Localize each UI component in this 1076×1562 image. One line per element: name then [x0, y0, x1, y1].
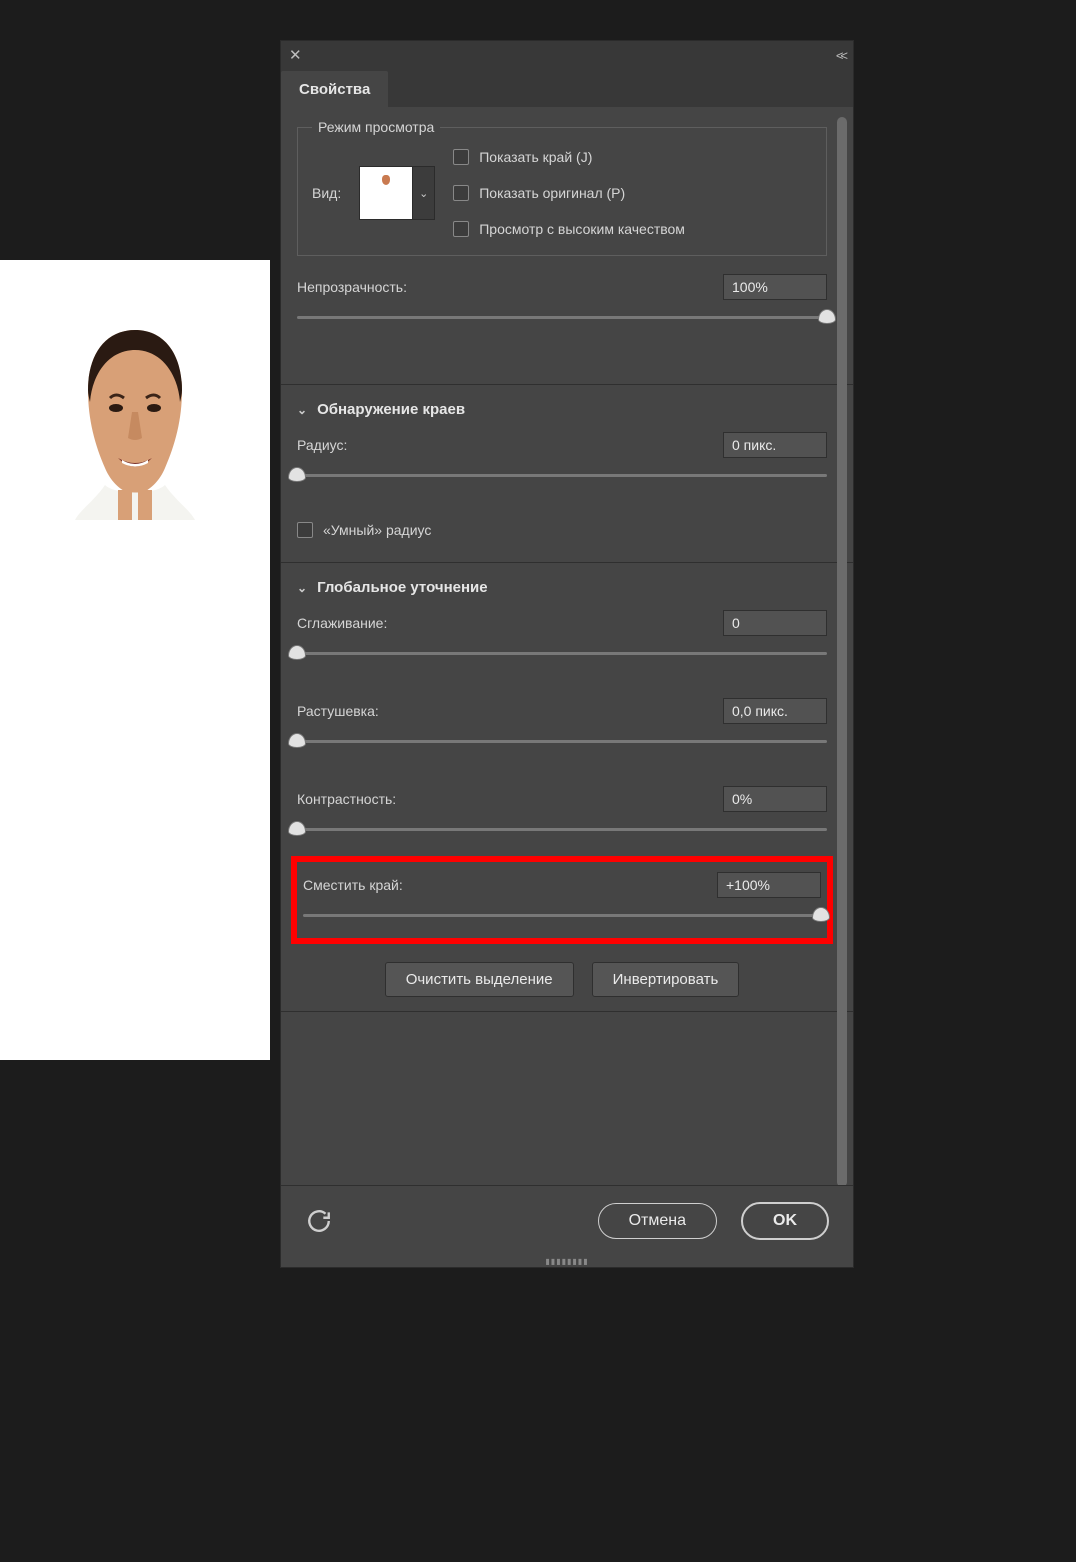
panel-body: Режим просмотра Вид: ⌄ Показать край (J)…	[281, 107, 853, 1185]
face-cutout-image	[70, 320, 200, 520]
panel-title-bar: ✕ <<	[281, 41, 853, 69]
contrast-slider[interactable]	[297, 818, 827, 842]
checkbox-smart-radius[interactable]: «Умный» радиус	[291, 522, 833, 538]
contrast-label: Контрастность:	[297, 791, 396, 807]
close-icon[interactable]: ✕	[289, 46, 302, 64]
radius-row: Радиус:	[291, 432, 833, 458]
ok-button[interactable]: OK	[741, 1202, 829, 1240]
divider	[281, 1011, 853, 1012]
contrast-row: Контрастность:	[291, 786, 833, 812]
smoothing-row: Сглаживание:	[291, 610, 833, 636]
view-label: Вид:	[312, 185, 341, 201]
feather-input[interactable]	[723, 698, 827, 724]
smoothing-input[interactable]	[723, 610, 827, 636]
slider-track	[297, 828, 827, 831]
opacity-label: Непрозрачность:	[297, 279, 407, 295]
tab-row: Свойства	[281, 69, 853, 107]
checkbox-label: Показать оригинал (P)	[479, 185, 625, 201]
section-title: Глобальное уточнение	[317, 579, 488, 596]
view-mode-group: Режим просмотра Вид: ⌄ Показать край (J)…	[297, 119, 827, 256]
slider-thumb[interactable]	[288, 467, 306, 482]
slider-track	[297, 740, 827, 743]
shift-edge-row: Сместить край:	[303, 872, 821, 898]
opacity-row: Непрозрачность:	[291, 274, 833, 300]
checkbox-icon	[453, 185, 469, 201]
section-title: Обнаружение краев	[317, 401, 465, 418]
slider-thumb[interactable]	[818, 309, 836, 324]
checkbox-show-original[interactable]: Показать оригинал (P)	[453, 185, 685, 201]
slider-track	[297, 474, 827, 477]
smoothing-label: Сглаживание:	[297, 615, 387, 631]
properties-panel: ✕ << Свойства Режим просмотра Вид: ⌄ Пок…	[280, 40, 854, 1268]
checkbox-high-quality[interactable]: Просмотр с высоким качеством	[453, 221, 685, 237]
checkbox-show-edge[interactable]: Показать край (J)	[453, 149, 685, 165]
opacity-input[interactable]	[723, 274, 827, 300]
cancel-button[interactable]: Отмена	[598, 1203, 717, 1239]
radius-label: Радиус:	[297, 437, 347, 453]
feather-slider[interactable]	[297, 730, 827, 754]
chevron-down-icon: ⌄	[297, 581, 307, 595]
section-global-refine[interactable]: ⌄ Глобальное уточнение	[291, 563, 833, 610]
panel-footer: Отмена OK	[281, 1185, 853, 1255]
view-mode-legend: Режим просмотра	[312, 119, 440, 135]
slider-thumb[interactable]	[812, 907, 830, 922]
section-edge-detection[interactable]: ⌄ Обнаружение краев	[291, 385, 833, 432]
scrollbar[interactable]	[837, 117, 847, 1185]
clear-selection-button[interactable]: Очистить выделение	[385, 962, 574, 997]
document-canvas[interactable]	[0, 260, 270, 1060]
collapse-icon[interactable]: <<	[836, 48, 845, 63]
view-dropdown[interactable]: ⌄	[413, 166, 435, 220]
reset-icon[interactable]	[305, 1207, 333, 1235]
checkbox-label: «Умный» радиус	[323, 522, 431, 538]
shift-edge-label: Сместить край:	[303, 877, 403, 893]
slider-thumb[interactable]	[288, 733, 306, 748]
action-buttons-row: Очистить выделение Инвертировать	[291, 954, 833, 1011]
radius-input[interactable]	[723, 432, 827, 458]
shift-edge-slider[interactable]	[303, 904, 821, 928]
view-thumbnail[interactable]	[359, 166, 413, 220]
tab-properties[interactable]: Свойства	[281, 71, 388, 107]
invert-button[interactable]: Инвертировать	[592, 962, 740, 997]
checkbox-icon	[297, 522, 313, 538]
feather-label: Растушевка:	[297, 703, 379, 719]
feather-row: Растушевка:	[291, 698, 833, 724]
checkbox-label: Просмотр с высоким качеством	[479, 221, 685, 237]
contrast-input[interactable]	[723, 786, 827, 812]
checkbox-icon	[453, 221, 469, 237]
shift-edge-highlight: Сместить край:	[291, 856, 833, 944]
opacity-slider[interactable]	[297, 306, 827, 330]
checkbox-icon	[453, 149, 469, 165]
radius-slider[interactable]	[297, 464, 827, 488]
slider-thumb[interactable]	[288, 645, 306, 660]
resize-grip[interactable]: ▮▮▮▮▮▮▮▮	[281, 1255, 853, 1267]
shift-edge-input[interactable]	[717, 872, 821, 898]
chevron-down-icon: ⌄	[297, 403, 307, 417]
slider-track	[303, 914, 821, 917]
checkbox-label: Показать край (J)	[479, 149, 592, 165]
slider-thumb[interactable]	[288, 821, 306, 836]
slider-track	[297, 652, 827, 655]
slider-track	[297, 316, 827, 319]
smoothing-slider[interactable]	[297, 642, 827, 666]
